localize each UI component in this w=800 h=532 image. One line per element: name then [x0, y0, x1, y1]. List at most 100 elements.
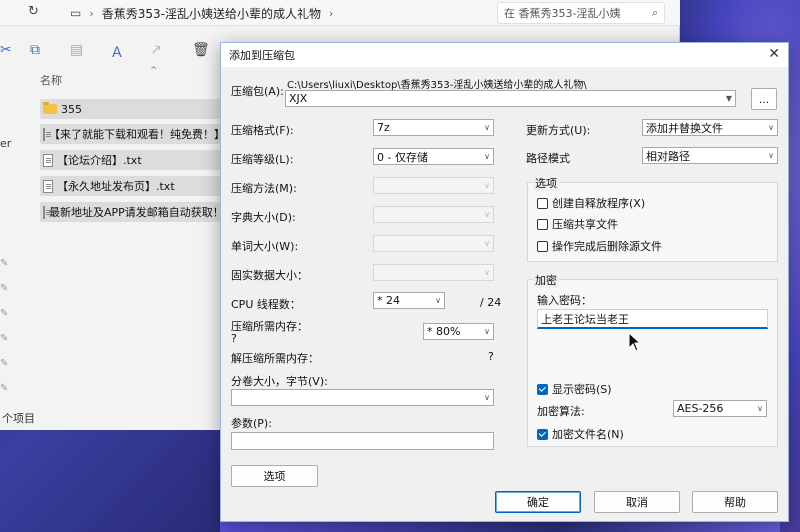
path-mode-select[interactable]: 相对路径 ∨ — [642, 147, 778, 164]
options-group-label: 选项 — [533, 175, 559, 191]
rename-icon[interactable]: Ａ — [110, 42, 124, 62]
update-mode-select[interactable]: 添加并替换文件 ∨ — [642, 119, 778, 136]
compress-shared-label: 压缩共享文件 — [552, 218, 618, 231]
memory-label: 压缩所需内存： — [231, 320, 308, 333]
checkbox-unchecked-icon[interactable] — [537, 218, 548, 230]
update-mode-value: 添加并替换文件 — [646, 121, 723, 135]
checkbox-checked-icon[interactable] — [537, 383, 548, 395]
encryption-method-select[interactable]: AES-256 ∨ — [673, 400, 767, 417]
search-placeholder: 在 香蕉秀353-淫乱小姨 — [504, 7, 621, 20]
dictionary-select[interactable]: ∨ — [373, 206, 494, 223]
checkbox-unchecked-icon[interactable] — [537, 197, 548, 209]
delete-after-checkbox[interactable]: 操作完成后删除源文件 — [537, 238, 662, 254]
address-path[interactable]: ▭ › 香蕉秀353-淫乱小姨送给小辈的成人礼物 › — [70, 2, 470, 24]
copy-icon[interactable]: ⧉ — [30, 42, 40, 58]
password-input[interactable]: 上老王论坛当老王 — [537, 309, 768, 329]
encrypt-names-checkbox[interactable]: 加密文件名(N) — [537, 426, 624, 442]
search-box[interactable]: 在 香蕉秀353-淫乱小姨 ⌕ — [497, 2, 665, 24]
level-value: 0 - 仅存储 — [377, 150, 428, 164]
cpu-threads-select[interactable]: * 24 ∨ — [373, 292, 445, 309]
checkbox-unchecked-icon[interactable] — [537, 240, 548, 252]
chevron-down-icon: ∨ — [484, 123, 490, 132]
level-select[interactable]: 0 - 仅存储 ∨ — [373, 148, 494, 165]
browse-button[interactable]: ... — [751, 88, 777, 110]
share-icon[interactable]: ↗ — [150, 42, 162, 58]
nav-pane-label[interactable]: er — [0, 137, 11, 150]
delete-icon[interactable]: 🗑 — [192, 42, 210, 58]
chevron-down-icon: ∨ — [435, 296, 441, 305]
pin-icon: ✎ — [0, 258, 9, 269]
chevron-down-icon: ∨ — [768, 151, 774, 160]
dialog-title: 添加到压缩包 — [229, 49, 295, 62]
archive-directory: C:\Users\liuxi\Desktop\香蕉秀353-淫乱小姨送给小辈的成… — [287, 80, 587, 91]
memory-unknown: ? — [231, 332, 237, 345]
chevron-down-icon: ∨ — [768, 123, 774, 132]
pin-icon: ✎ — [0, 308, 9, 319]
password-label: 输入密码： — [537, 294, 592, 307]
mouse-cursor-icon — [628, 332, 642, 352]
list-item[interactable]: 355 — [40, 99, 220, 119]
chevron-down-icon: ∨ — [484, 181, 490, 190]
sort-up-icon: ^ — [150, 66, 158, 76]
parameters-input[interactable] — [231, 432, 494, 450]
computer-icon: ▭ — [70, 6, 82, 20]
dictionary-label: 字典大小(D): — [231, 211, 296, 224]
chevron-down-icon: ∨ — [484, 327, 490, 336]
split-volume-combobox[interactable]: ∨ — [231, 389, 494, 406]
decompress-memory-value: ? — [488, 350, 494, 363]
chevron-right-icon: › — [329, 6, 334, 20]
list-item[interactable]: 最新地址及APP请发邮箱自动获取！ — [40, 202, 220, 222]
pin-icon: ✎ — [0, 333, 9, 344]
solid-block-select[interactable]: ∨ — [373, 264, 494, 281]
show-password-checkbox[interactable]: 显示密码(S) — [537, 381, 612, 397]
split-volume-label: 分卷大小，字节(V): — [231, 375, 328, 388]
archive-name-value: XJX — [289, 92, 308, 105]
file-name: 最新地址及APP请发邮箱自动获取！ — [49, 206, 220, 219]
options-button[interactable]: 选项 — [231, 465, 318, 487]
text-file-icon — [43, 127, 51, 141]
encrypt-names-label: 加密文件名(N) — [552, 428, 624, 441]
show-password-label: 显示密码(S) — [552, 383, 612, 396]
archive-name-combobox[interactable]: XJX ▼ — [285, 90, 736, 107]
encryption-group-label: 加密 — [533, 272, 559, 288]
chevron-down-icon: ∨ — [484, 268, 490, 277]
path-mode-label: 路径模式 — [526, 152, 570, 165]
path-segment[interactable]: 香蕉秀353-淫乱小姨送给小辈的成人礼物 — [102, 5, 321, 22]
chevron-down-icon: ∨ — [484, 210, 490, 219]
list-item[interactable]: 【来了就能下载和观看！纯免费！】 — [40, 124, 220, 144]
method-label: 压缩方法(M): — [231, 182, 297, 195]
column-header-name[interactable]: 名称 ^ — [40, 66, 240, 92]
pin-icon: ✎ — [0, 383, 9, 394]
update-mode-label: 更新方式(U): — [526, 124, 591, 137]
compress-shared-checkbox[interactable]: 压缩共享文件 — [537, 216, 618, 232]
format-label: 压缩格式(F): — [231, 124, 294, 137]
list-item[interactable]: 【永久地址发布页】.txt — [40, 176, 220, 196]
cut-icon[interactable]: ✂ — [0, 42, 12, 58]
cancel-button[interactable]: 取消 — [594, 491, 680, 513]
word-size-select[interactable]: ∨ — [373, 235, 494, 252]
paste-icon[interactable]: ▤ — [70, 42, 83, 58]
folder-icon — [43, 102, 57, 114]
solid-block-label: 固实数据大小： — [231, 269, 308, 282]
checkbox-checked-icon[interactable] — [537, 428, 548, 440]
file-name: 【来了就能下载和观看！纯免费！】 — [49, 128, 220, 141]
encryption-method-value: AES-256 — [677, 402, 724, 415]
pin-icon: ✎ — [0, 283, 9, 294]
refresh-icon[interactable]: ↻ — [28, 4, 39, 19]
file-name: 355 — [61, 102, 82, 116]
close-icon[interactable]: ✕ — [768, 46, 780, 62]
list-item[interactable]: 【论坛介绍】.txt — [40, 150, 220, 170]
help-button[interactable]: 帮助 — [692, 491, 778, 513]
dialog-title-bar[interactable]: 添加到压缩包 ✕ — [221, 43, 788, 67]
pin-icon: ✎ — [0, 358, 9, 369]
format-select[interactable]: 7z ∨ — [373, 119, 494, 136]
cpu-threads-value: * 24 — [377, 294, 400, 307]
word-size-label: 单词大小(W): — [231, 240, 299, 253]
chevron-down-icon: ∨ — [484, 239, 490, 248]
chevron-down-icon[interactable]: ▼ — [726, 94, 732, 103]
ok-button[interactable]: 确定 — [495, 491, 581, 513]
memory-usage-select[interactable]: * 80% ∨ — [423, 323, 494, 340]
method-select[interactable]: ∨ — [373, 177, 494, 194]
memory-usage-value: * 80% — [427, 325, 461, 338]
create-sfx-checkbox[interactable]: 创建自释放程序(X) — [537, 195, 645, 211]
